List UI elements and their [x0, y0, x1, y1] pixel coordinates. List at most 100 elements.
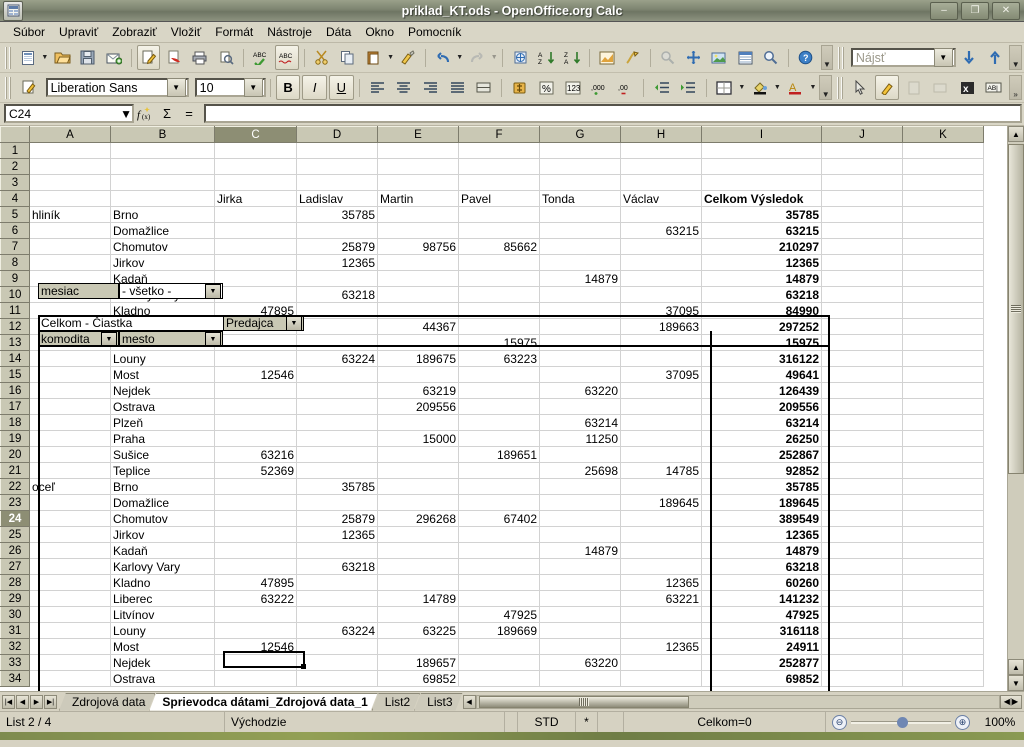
cell-C30[interactable]	[214, 606, 297, 623]
cell-D3[interactable]	[296, 174, 378, 191]
cell-I4[interactable]: Celkom Výsledok	[701, 190, 822, 207]
cell-H22[interactable]	[620, 478, 702, 495]
cell-I16[interactable]: 126439	[701, 382, 822, 399]
status-page-style[interactable]: Východzie	[225, 712, 505, 732]
cell-E5[interactable]	[377, 206, 459, 223]
cell-D9[interactable]	[296, 270, 378, 287]
table-row[interactable]: 27 Karlovy Vary 63218 63218	[0, 558, 984, 575]
cell-G4[interactable]: Tonda	[539, 190, 621, 207]
cell-K6[interactable]	[902, 222, 984, 239]
column-header-a[interactable]: A	[29, 126, 111, 143]
cell-H30[interactable]	[620, 606, 702, 623]
last-sheet-button[interactable]: ▶|	[44, 694, 57, 709]
find-previous-icon[interactable]	[983, 45, 1007, 70]
export-pdf-icon[interactable]	[162, 45, 186, 70]
cell-E30[interactable]	[377, 606, 459, 623]
row-header-23[interactable]: 23	[0, 494, 30, 511]
table-row[interactable]: 29 Liberec 63222 14789 63221 141232	[0, 590, 984, 607]
cell-C23[interactable]	[214, 494, 297, 511]
cell-A32[interactable]	[29, 638, 111, 655]
table-row[interactable]: 16 Nejdek 63219 63220 126439	[0, 382, 984, 399]
row-header-25[interactable]: 25	[0, 526, 30, 543]
cell-E22[interactable]	[377, 478, 459, 495]
menu-item-okno[interactable]: Okno	[358, 23, 401, 41]
cell-H25[interactable]	[620, 526, 702, 543]
table-row[interactable]: 30 Litvínov 47925 47925	[0, 606, 984, 623]
table-row[interactable]: 19 Praha 15000 11250 26250	[0, 430, 984, 447]
column-header-g[interactable]: G	[539, 126, 621, 143]
cell-B18[interactable]: Plzeň	[110, 414, 215, 431]
horizontal-scroll-track[interactable]	[475, 694, 1000, 709]
vertical-scroll-thumb[interactable]	[1008, 144, 1024, 474]
cut-icon[interactable]	[310, 45, 334, 70]
cell-E3[interactable]	[377, 174, 459, 191]
styles-and-formatting-icon[interactable]	[16, 75, 41, 100]
cell-I17[interactable]: 209556	[701, 398, 822, 415]
percent-format-icon[interactable]: %	[534, 75, 559, 100]
table-row[interactable]: 1	[0, 142, 984, 159]
zoom-in-icon[interactable]: ⊕	[955, 714, 970, 730]
cell-H14[interactable]	[620, 350, 702, 367]
cell-D34[interactable]	[296, 670, 378, 687]
cell-C13[interactable]	[214, 334, 297, 351]
cell-H27[interactable]	[620, 558, 702, 575]
cell-J6[interactable]	[821, 222, 903, 239]
cell-E2[interactable]	[377, 158, 459, 175]
cell-H31[interactable]	[620, 622, 702, 639]
cell-A2[interactable]	[29, 158, 111, 175]
cell-J31[interactable]	[821, 622, 903, 639]
cell-J23[interactable]	[821, 494, 903, 511]
horizontal-scrollbar[interactable]: ◀ ◀|▶	[462, 693, 1022, 710]
cell-K14[interactable]	[902, 350, 984, 367]
cell-E16[interactable]: 63219	[377, 382, 459, 399]
cell-B6[interactable]: Domažlice	[110, 222, 215, 239]
cell-B23[interactable]: Domažlice	[110, 494, 215, 511]
cell-K30[interactable]	[902, 606, 984, 623]
cell-H12[interactable]: 189663	[620, 318, 702, 335]
sheet-tab-list2[interactable]: List2	[372, 693, 420, 711]
clone-formatting-icon[interactable]	[396, 45, 420, 70]
cell-A23[interactable]	[29, 494, 111, 511]
find-dropdown-icon[interactable]: ▼	[933, 48, 953, 67]
status-selection-mode[interactable]: STD	[518, 712, 576, 732]
cell-F30[interactable]: 47925	[458, 606, 540, 623]
cell-I23[interactable]: 189645	[701, 494, 822, 511]
menu-item-zobrazit[interactable]: Zobraziť	[105, 23, 164, 41]
cell-J18[interactable]	[821, 414, 903, 431]
cell-F28[interactable]	[458, 574, 540, 591]
text-box-icon[interactable]: AB|	[981, 75, 1006, 100]
cell-D15[interactable]	[296, 366, 378, 383]
cell-A27[interactable]	[29, 558, 111, 575]
delete-decimal-icon[interactable]: ,00	[614, 75, 639, 100]
cell-G9[interactable]: 14879	[539, 270, 621, 287]
cell-K9[interactable]	[902, 270, 984, 287]
cell-D21[interactable]	[296, 462, 378, 479]
cell-F1[interactable]	[458, 142, 540, 159]
cell-F33[interactable]	[458, 654, 540, 671]
select-pointer-icon[interactable]	[848, 75, 873, 100]
cell-C10[interactable]	[214, 286, 297, 303]
row-header-26[interactable]: 26	[0, 542, 30, 559]
pivot-row-field-2[interactable]: mesto ▼	[119, 331, 223, 347]
cell-J28[interactable]	[821, 574, 903, 591]
cell-D11[interactable]	[296, 302, 378, 319]
paste-icon[interactable]	[361, 45, 385, 70]
cell-A31[interactable]	[29, 622, 111, 639]
cell-G14[interactable]	[539, 350, 621, 367]
table-row[interactable]: 2	[0, 158, 984, 175]
gallery-icon[interactable]	[707, 45, 731, 70]
cell-G32[interactable]	[539, 638, 621, 655]
cell-G19[interactable]: 11250	[539, 430, 621, 447]
cell-F18[interactable]	[458, 414, 540, 431]
table-row[interactable]: 14 Louny 63224 189675 63223 316122	[0, 350, 984, 367]
cell-F20[interactable]: 189651	[458, 446, 540, 463]
sort-descending-icon[interactable]: ZA	[560, 45, 584, 70]
cell-G3[interactable]	[539, 174, 621, 191]
cell-D13[interactable]	[296, 334, 378, 351]
table-row[interactable]: 24 Chomutov 25879 296268 67402 389549	[0, 510, 984, 527]
cell-K2[interactable]	[902, 158, 984, 175]
menu-item-format[interactable]: Formát	[208, 23, 260, 41]
menu-item-data[interactable]: Dáta	[319, 23, 358, 41]
cell-I10[interactable]: 63218	[701, 286, 822, 303]
add-decimal-icon[interactable]: ,000	[587, 75, 612, 100]
